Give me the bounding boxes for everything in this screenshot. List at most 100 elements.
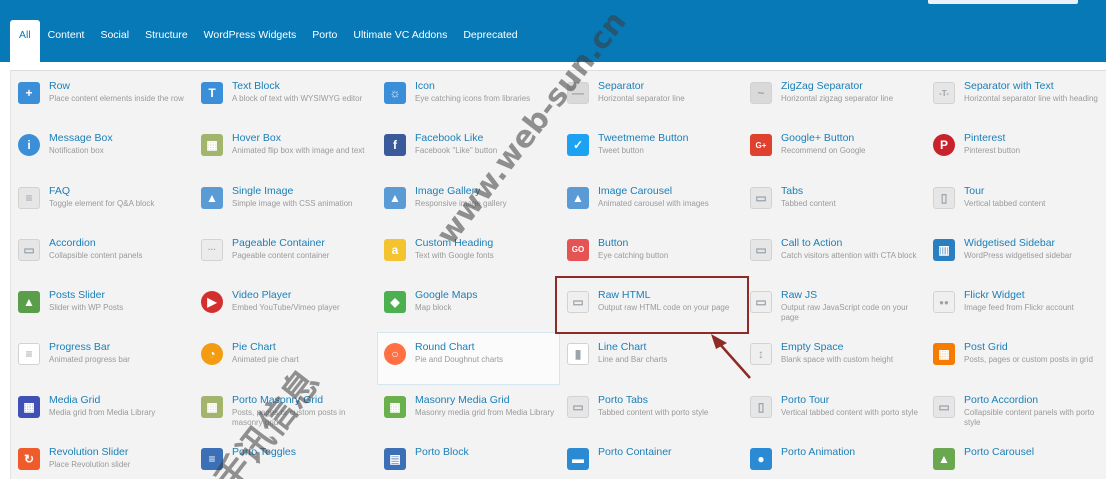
element-text: Porto Toggles	[232, 446, 296, 460]
element-line-chart[interactable]: ▮ Line Chart Line and Bar charts	[560, 332, 743, 384]
zigzag-icon: ~	[750, 82, 772, 104]
bar-chart-icon: ▮	[567, 343, 589, 366]
element-text: Porto Container	[598, 446, 672, 460]
element-raw-js[interactable]: ▭ Raw JS Output raw JavaScript code on you…	[743, 280, 926, 332]
element-description: Vertical tabbed content with porto style	[781, 407, 918, 417]
tab-porto[interactable]: Porto	[304, 20, 345, 62]
element-description: WordPress widgetised sidebar	[964, 250, 1072, 260]
element-description: Tabbed content	[781, 198, 836, 208]
element-raw-html[interactable]: ▭ Raw HTML Output raw HTML code on your pa…	[560, 280, 743, 332]
element-description: Blank space with custom height	[781, 355, 894, 365]
element-title: Raw HTML	[598, 289, 651, 302]
element-call-to-action[interactable]: ▭ Call to Action Catch visitors attention …	[743, 228, 926, 280]
tab-structure[interactable]: Structure	[137, 20, 196, 62]
element-text: Accordion Collapsible content panels	[49, 237, 142, 261]
element-porto-animation[interactable]: ● Porto Animation	[743, 437, 926, 479]
element-description: Place Revolution slider	[49, 460, 131, 470]
element-message-box[interactable]: i Message Box Notification box	[11, 123, 194, 175]
element-title: Tour	[964, 184, 985, 197]
element-text: FAQ Toggle element for Q&A block	[49, 185, 154, 209]
element-text: Google+ Button Recommend on Google	[781, 132, 866, 156]
element-title: Porto Tour	[781, 393, 830, 406]
element-porto-accordion[interactable]: ▭ Porto Accordion Collapsible content pane…	[926, 385, 1106, 437]
element-separator-with-text[interactable]: -T- Separator with Text Horizontal separat…	[926, 71, 1106, 123]
element-porto-carousel[interactable]: ▲ Porto Carousel	[926, 437, 1106, 479]
element-separator[interactable]: — Separator Horizontal separator line	[560, 71, 743, 123]
element-text: Pinterest Pinterest button	[964, 132, 1020, 156]
tour-icon: ▯	[933, 186, 955, 209]
element-porto-toggles[interactable]: ≡ Porto Toggles	[194, 437, 377, 479]
element-title: Raw JS	[781, 289, 818, 302]
html-file-icon: ▭	[567, 291, 589, 314]
element-image-gallery[interactable]: ▲ Image Gallery Responsive image gallery	[377, 176, 560, 228]
element-description: Animated flip box with image and text	[232, 146, 365, 156]
element-video-player[interactable]: ▶ Video Player Embed YouTube/Vimeo player	[194, 280, 377, 332]
element-description: Notification box	[49, 146, 104, 156]
element-flickr-widget[interactable]: ●● Flickr Widget Image feed from Flickr ac…	[926, 280, 1106, 332]
element-pinterest[interactable]: P Pinterest Pinterest button	[926, 123, 1106, 175]
porto-tour-icon: ▯	[750, 395, 772, 418]
element-pageable-container[interactable]: ··· Pageable Container Pageable content co…	[194, 228, 377, 280]
element-image-carousel[interactable]: ▲ Image Carousel Animated carousel with im…	[560, 176, 743, 228]
element-porto-block[interactable]: ▤ Porto Block	[377, 437, 560, 479]
cta-icon: ▭	[750, 238, 772, 261]
element-title: Tabs	[781, 184, 804, 197]
element-custom-heading[interactable]: a Custom Heading Text with Google fonts	[377, 228, 560, 280]
element-title: Icon	[415, 80, 435, 92]
element-title: Pinterest	[964, 132, 1006, 145]
element-zigzag-separator[interactable]: ~ ZigZag Separator Horizontal zigzag separ…	[743, 71, 926, 123]
element-google-maps[interactable]: ◆ Google Maps Map block	[377, 280, 560, 332]
element-text: Porto Accordion Collapsible content panel…	[964, 394, 1104, 428]
element-pie-chart[interactable]: ◔ Pie Chart Animated pie chart	[194, 332, 377, 384]
element-title: Text Block	[232, 80, 280, 92]
element-faq[interactable]: ≡ FAQ Toggle element for Q&A block	[11, 176, 194, 228]
element-facebook-like[interactable]: f Facebook Like Facebook "Like" button	[377, 123, 560, 175]
element-widgetised-sidebar[interactable]: ▥ Widgetised Sidebar WordPress widgetised …	[926, 228, 1106, 280]
tab-ultimate-vc-addons[interactable]: Ultimate VC Addons	[345, 20, 455, 62]
element-text: Google Maps Map block	[415, 289, 477, 313]
element-accordion[interactable]: ▭ Accordion Collapsible content panels	[11, 228, 194, 280]
element-post-grid[interactable]: ▦ Post Grid Posts, pages or custom posts i…	[926, 332, 1106, 384]
element-revolution-slider[interactable]: ↻ Revolution Slider Place Revolution slide…	[11, 437, 194, 479]
element-description: Eye catching button	[598, 250, 669, 260]
hover-box-image-icon: ▦	[201, 134, 223, 157]
element-tabs[interactable]: ▭ Tabs Tabbed content	[743, 176, 926, 228]
element-title: Facebook Like	[415, 132, 484, 145]
element-title: Call to Action	[781, 236, 843, 249]
tab-wordpress-widgets[interactable]: WordPress Widgets	[196, 20, 305, 62]
element-google-plus-button[interactable]: G+ Google+ Button Recommend on Google	[743, 123, 926, 175]
tab-all[interactable]: All	[10, 20, 40, 62]
element-porto-masonry-grid[interactable]: ▦ Porto Masonry Grid Posts, pages or custo…	[194, 385, 377, 437]
element-posts-slider[interactable]: ▲ Posts Slider Slider with WP Posts	[11, 280, 194, 332]
element-tour[interactable]: ▯ Tour Vertical tabbed content	[926, 176, 1106, 228]
tab-content[interactable]: Content	[40, 20, 93, 62]
element-text: Raw HTML Output raw HTML code on your pag…	[598, 289, 729, 313]
tab-social[interactable]: Social	[92, 20, 137, 62]
element-button[interactable]: GO Button Eye catching button	[560, 228, 743, 280]
gallery-icon: ▲	[384, 186, 406, 209]
element-text: Row Place content elements inside the row	[49, 80, 184, 104]
element-description: Animated progress bar	[49, 355, 130, 365]
element-text: Tweetmeme Button Tweet button	[598, 132, 688, 156]
element-progress-bar[interactable]: ≡ Progress Bar Animated progress bar	[11, 332, 194, 384]
element-round-chart[interactable]: ○ Round Chart Pie and Doughnut charts	[377, 332, 560, 385]
element-title: Porto Tabs	[598, 393, 649, 406]
pinterest-icon: P	[933, 134, 955, 157]
element-single-image[interactable]: ▲ Single Image Simple image with CSS anima…	[194, 176, 377, 228]
element-text: Button Eye catching button	[598, 237, 668, 261]
element-description: Media grid from Media Library	[49, 407, 156, 417]
tab-deprecated[interactable]: Deprecated	[455, 20, 525, 62]
element-tweetmeme-button[interactable]: ✓ Tweetmeme Button Tweet button	[560, 123, 743, 175]
element-media-grid[interactable]: ▦ Media Grid Media grid from Media Library	[11, 385, 194, 437]
element-porto-tour[interactable]: ▯ Porto Tour Vertical tabbed content with …	[743, 385, 926, 437]
element-hover-box[interactable]: ▦ Hover Box Animated flip box with image a…	[194, 123, 377, 175]
element-text-block[interactable]: T Text Block A block of text with WYSIWYG …	[194, 71, 377, 123]
element-empty-space[interactable]: ↕ Empty Space Blank space with custom heig…	[743, 332, 926, 384]
element-title: Porto Toggles	[232, 446, 297, 459]
element-row[interactable]: + Row Place content elements inside the ro…	[11, 71, 194, 123]
search-input[interactable]	[928, 0, 1078, 4]
element-masonry-media-grid[interactable]: ▦ Masonry Media Grid Masonry media grid fr…	[377, 385, 560, 437]
element-icon[interactable]: ☼ Icon Eye catching icons from libraries	[377, 71, 560, 123]
element-porto-tabs[interactable]: ▭ Porto Tabs Tabbed content with porto sty…	[560, 385, 743, 437]
element-porto-container[interactable]: ▬ Porto Container	[560, 437, 743, 479]
